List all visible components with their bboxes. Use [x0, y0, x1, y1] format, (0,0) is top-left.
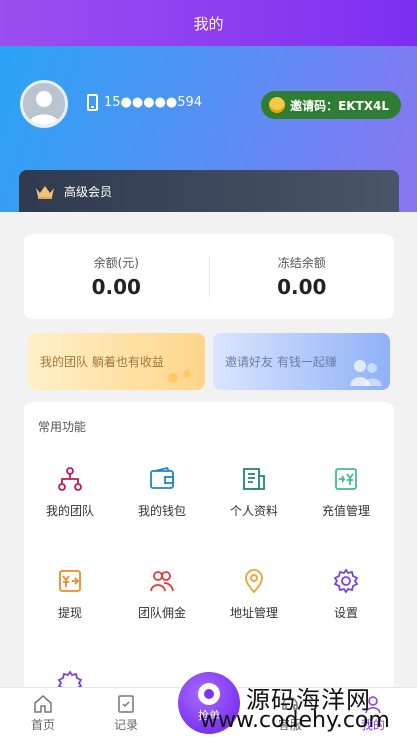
vip-level-label: 高级会员 [64, 184, 113, 199]
available-balance-label: 余额(元) [93, 256, 139, 270]
tab-home[interactable]: 首页 [8, 694, 78, 733]
tab-label: 首页 [30, 718, 55, 732]
function-settings[interactable]: 设置 [300, 568, 392, 621]
service-icon [282, 697, 298, 710]
location-pin-icon [245, 569, 263, 594]
default-user-icon [28, 91, 60, 125]
tab-label: 记录 [113, 718, 138, 732]
page-title: 我的 [193, 14, 224, 33]
function-label: 个人资料 [229, 504, 278, 518]
function-withdraw[interactable]: 提现 [24, 568, 116, 621]
mobile-phone-icon [87, 94, 98, 111]
available-balance: 余额(元) 0.00 [24, 254, 209, 299]
coin-stack-icon [269, 97, 286, 113]
invite-promo-banner[interactable]: 邀请好友 有钱一起赚 [213, 333, 390, 390]
frozen-balance-value: 0.00 [277, 275, 327, 299]
crown-icon [36, 185, 54, 199]
recharge-icon [335, 468, 357, 490]
phone-number: 15●●●●●594 [104, 95, 203, 110]
balance-card: 余额(元) 0.00 冻结余额 0.00 [24, 234, 394, 319]
function-my-team[interactable]: 我的团队 [24, 466, 116, 519]
tab-label: 客服 [277, 718, 302, 732]
tab-label: 抢单 [198, 709, 220, 722]
coins-decoration-icon [168, 370, 191, 383]
tab-service[interactable]: 客服 [255, 694, 325, 733]
vip-level-card[interactable]: 高级会员 [19, 170, 399, 212]
function-label: 我的钱包 [137, 504, 186, 518]
function-label: 我的团队 [45, 504, 94, 518]
team-tree-icon [58, 467, 82, 491]
tab-mine[interactable]: 我的 [338, 694, 408, 733]
function-label: 团队佣金 [137, 606, 186, 620]
invite-code-text: 邀请码：EKTX4L [290, 98, 389, 113]
common-functions-card: 常用功能 我的团队 我的钱包 个人资料 充值管理 提现 团队佣金 地址管理 设置 [24, 402, 394, 702]
function-recharge[interactable]: 充值管理 [300, 466, 392, 519]
invite-promo-text: 邀请好友 有钱一起赚 [225, 355, 337, 369]
function-label: 设置 [333, 606, 358, 620]
phone-number-row: 15●●●●●594 [87, 94, 202, 111]
top-bar: 我的 [0, 0, 417, 46]
team-promo-text: 我的团队 躺着也有收益 [40, 355, 164, 369]
frozen-balance: 冻结余额 0.00 [210, 254, 395, 299]
frozen-balance-label: 冻结余额 [277, 256, 326, 270]
grab-order-icon [198, 683, 220, 705]
friends-decoration-icon [350, 360, 382, 386]
function-label: 地址管理 [229, 606, 278, 620]
function-team-commission[interactable]: 团队佣金 [116, 568, 208, 621]
record-icon [118, 695, 134, 713]
wallet-icon [150, 466, 174, 489]
home-icon [34, 695, 52, 713]
function-address[interactable]: 地址管理 [208, 568, 300, 621]
tab-grab-order[interactable]: 抢单 [178, 672, 240, 734]
user-icon [365, 696, 381, 714]
common-functions-title: 常用功能 [38, 420, 87, 434]
team-promo-banner[interactable]: 我的团队 躺着也有收益 [28, 333, 205, 390]
function-profile[interactable]: 个人资料 [208, 466, 300, 519]
function-my-wallet[interactable]: 我的钱包 [116, 466, 208, 519]
gear-icon [333, 568, 359, 594]
function-label: 提现 [57, 606, 82, 620]
function-label: 充值管理 [321, 504, 370, 518]
avatar[interactable] [20, 80, 68, 128]
withdraw-icon [59, 570, 81, 592]
profile-doc-icon [243, 468, 265, 490]
invite-code-badge[interactable]: 邀请码：EKTX4L [261, 91, 401, 119]
tab-label: 我的 [360, 718, 385, 732]
available-balance-value: 0.00 [91, 275, 141, 299]
team-commission-icon [150, 571, 174, 592]
tab-records[interactable]: 记录 [91, 694, 161, 733]
